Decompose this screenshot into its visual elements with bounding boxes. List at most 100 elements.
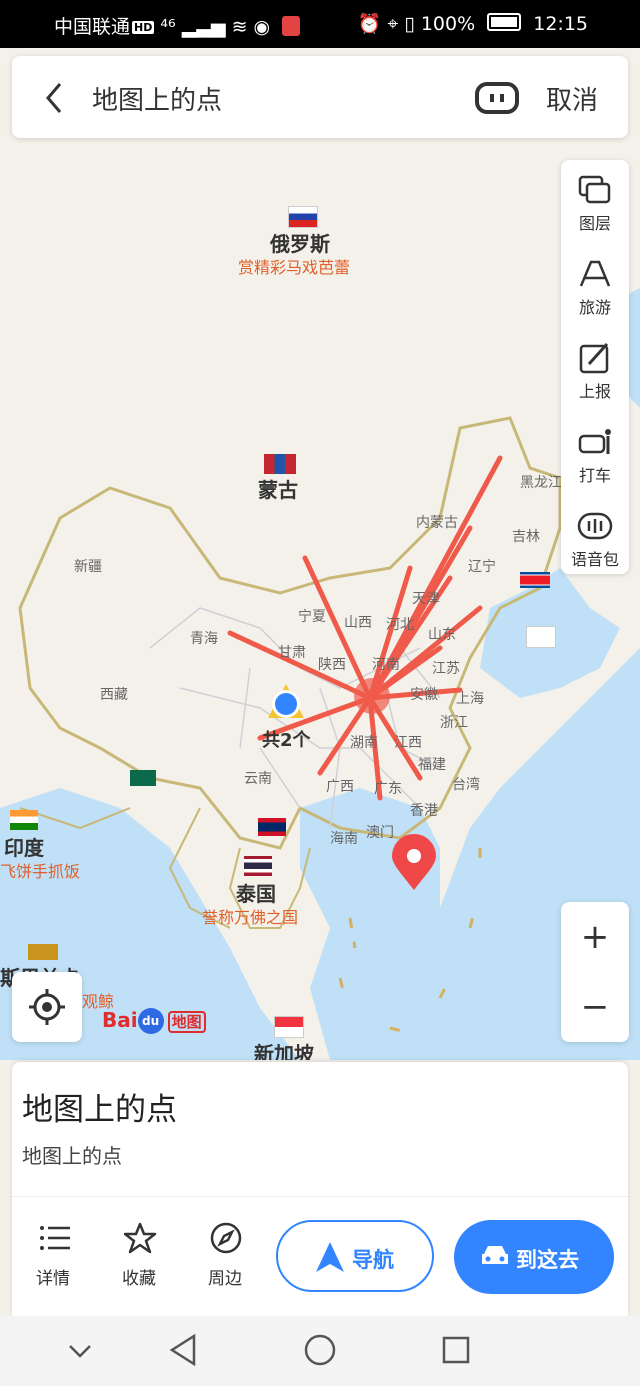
province-label: 河南 [372, 657, 400, 673]
hd-icon: HD [132, 21, 155, 34]
action-label: 详情 [36, 1269, 70, 1289]
tool-taxi[interactable]: 打车 [561, 412, 629, 494]
tool-voice-pack[interactable]: 语音包 [561, 496, 629, 578]
province-label: 辽宁 [468, 559, 496, 575]
place-subtitle: 地图上的点 [22, 1144, 122, 1168]
star-icon [124, 1222, 157, 1254]
province-label: 浙江 [440, 715, 468, 731]
battery-percent: 100% [420, 13, 476, 35]
province-label: 台湾 [452, 777, 480, 793]
favorite-button[interactable]: 收藏 [104, 1222, 174, 1289]
tool-label: 图层 [578, 214, 611, 233]
province-label: 香港 [410, 803, 438, 819]
zoom-out-button[interactable]: − [561, 972, 629, 1042]
province-label: 天津 [412, 591, 440, 607]
action-label: 周边 [208, 1269, 242, 1289]
assistant-robot-icon[interactable] [474, 78, 520, 116]
status-bar: 中国联通 HD ⁴⁶ ▂▃▅ ≋ ◉ ⏰ ⌖ ▯ 100% 12:15 [0, 0, 640, 48]
voice-pack-icon [577, 512, 613, 540]
baidu-logo-text: Bai [102, 1008, 138, 1032]
mongolia-label: 蒙古 [258, 478, 298, 502]
bangladesh-flag-icon [130, 770, 156, 786]
carrier-name: 中国联通 [54, 16, 131, 38]
cancel-button[interactable]: 取消 [546, 80, 598, 117]
place-title: 地图上的点 [22, 1092, 177, 1128]
india-label: 印度 [4, 836, 44, 860]
tool-layers[interactable]: 图层 [561, 160, 629, 242]
thailand-slogan[interactable]: 誉称万佛之国 [202, 904, 298, 928]
province-label: 湖南 [350, 735, 378, 751]
province-label: 广东 [374, 781, 402, 797]
action-label: 收藏 [122, 1269, 156, 1289]
province-label: 山东 [428, 627, 456, 643]
signal-bars-icon: ▂▃▅ [181, 16, 226, 38]
province-label: 江西 [394, 735, 422, 751]
baidu-logo-map: 地图 [167, 1011, 206, 1033]
singapore-flag-icon [274, 1016, 304, 1038]
top-bar: 地图上的点 取消 [12, 56, 628, 138]
province-label: 云南 [244, 771, 272, 787]
location-pin-marker[interactable] [390, 834, 438, 892]
recents-square-icon[interactable] [440, 1332, 472, 1368]
province-label: 上海 [456, 691, 484, 707]
mongolia-flag-icon [264, 454, 296, 474]
home-circle-icon[interactable] [302, 1332, 338, 1368]
map-pin-icon [392, 834, 436, 890]
province-label: 福建 [418, 757, 446, 773]
province-label: 甘肃 [278, 645, 306, 661]
thailand-label: 泰国 [236, 882, 276, 906]
india-flag-icon [10, 810, 38, 830]
travel-icon [579, 260, 611, 287]
status-right: ⏰ ⌖ ▯ 100% 12:15 [358, 12, 588, 35]
details-button[interactable]: 详情 [18, 1222, 88, 1289]
collapse-chevron-icon[interactable] [66, 1332, 94, 1368]
car-icon [482, 1246, 508, 1264]
zoom-in-button[interactable]: + [561, 902, 629, 972]
russia-label: 俄罗斯 [270, 232, 330, 256]
tool-report[interactable]: 上报 [561, 328, 629, 410]
eye-icon: ◉ [253, 16, 271, 38]
navigate-button[interactable]: 导航 [276, 1220, 434, 1292]
zoom-control: + − [561, 902, 629, 1042]
navigation-arrow-icon [316, 1242, 344, 1272]
province-label: 吉林 [512, 529, 540, 545]
province-label: 江苏 [432, 661, 460, 677]
cluster-marker-icon [268, 684, 304, 718]
province-label: 青海 [190, 631, 218, 647]
nearby-button[interactable]: 周边 [190, 1222, 260, 1289]
province-label: 宁夏 [298, 609, 326, 625]
cluster-marker[interactable] [266, 682, 306, 722]
tool-label: 打车 [578, 466, 611, 485]
thailand-flag-icon [244, 856, 272, 876]
province-label: 新疆 [74, 559, 102, 575]
page-title: 地图上的点 [92, 86, 223, 116]
srilanka-flag-icon [28, 944, 58, 960]
province-label: 黑龙江 [520, 475, 562, 491]
northkorea-flag-icon [520, 572, 550, 588]
status-left: 中国联通 HD ⁴⁶ ▂▃▅ ≋ ◉ [54, 12, 301, 39]
map-view[interactable]: 俄罗斯 赏精彩马戏芭蕾 蒙古 印度 飞饼手抓饭 泰国 誉称万佛之国 斯里兰卡 观… [0, 48, 640, 1060]
recording-icon [282, 16, 301, 36]
cluster-label[interactable]: 共2个 [262, 726, 311, 752]
back-triangle-icon[interactable] [166, 1332, 200, 1368]
province-label: 海南 [330, 831, 358, 847]
tool-travel[interactable]: 旅游 [561, 244, 629, 326]
province-label: 广西 [326, 779, 354, 795]
taxi-icon [578, 429, 611, 454]
system-nav-bar [0, 1316, 640, 1386]
map-tools-panel: 图层 旅游 上报 打车 语音包 [561, 160, 629, 574]
go-here-button[interactable]: 到这去 [454, 1220, 614, 1294]
tool-label: 语音包 [570, 550, 619, 569]
southkorea-flag-icon [526, 626, 556, 648]
back-icon[interactable] [38, 78, 74, 118]
russia-slogan[interactable]: 赏精彩马戏芭蕾 [238, 254, 350, 278]
province-label: 陕西 [318, 657, 346, 673]
tool-label: 上报 [578, 382, 611, 401]
province-label: 内蒙古 [416, 515, 458, 531]
locate-me-button[interactable] [12, 972, 82, 1042]
wifi-icon: ≋ [231, 16, 248, 38]
india-slogan[interactable]: 飞饼手抓饭 [0, 858, 80, 882]
battery-icon [487, 13, 522, 31]
singapore-label: 新加坡 [254, 1042, 314, 1060]
map-canvas [0, 48, 640, 1060]
